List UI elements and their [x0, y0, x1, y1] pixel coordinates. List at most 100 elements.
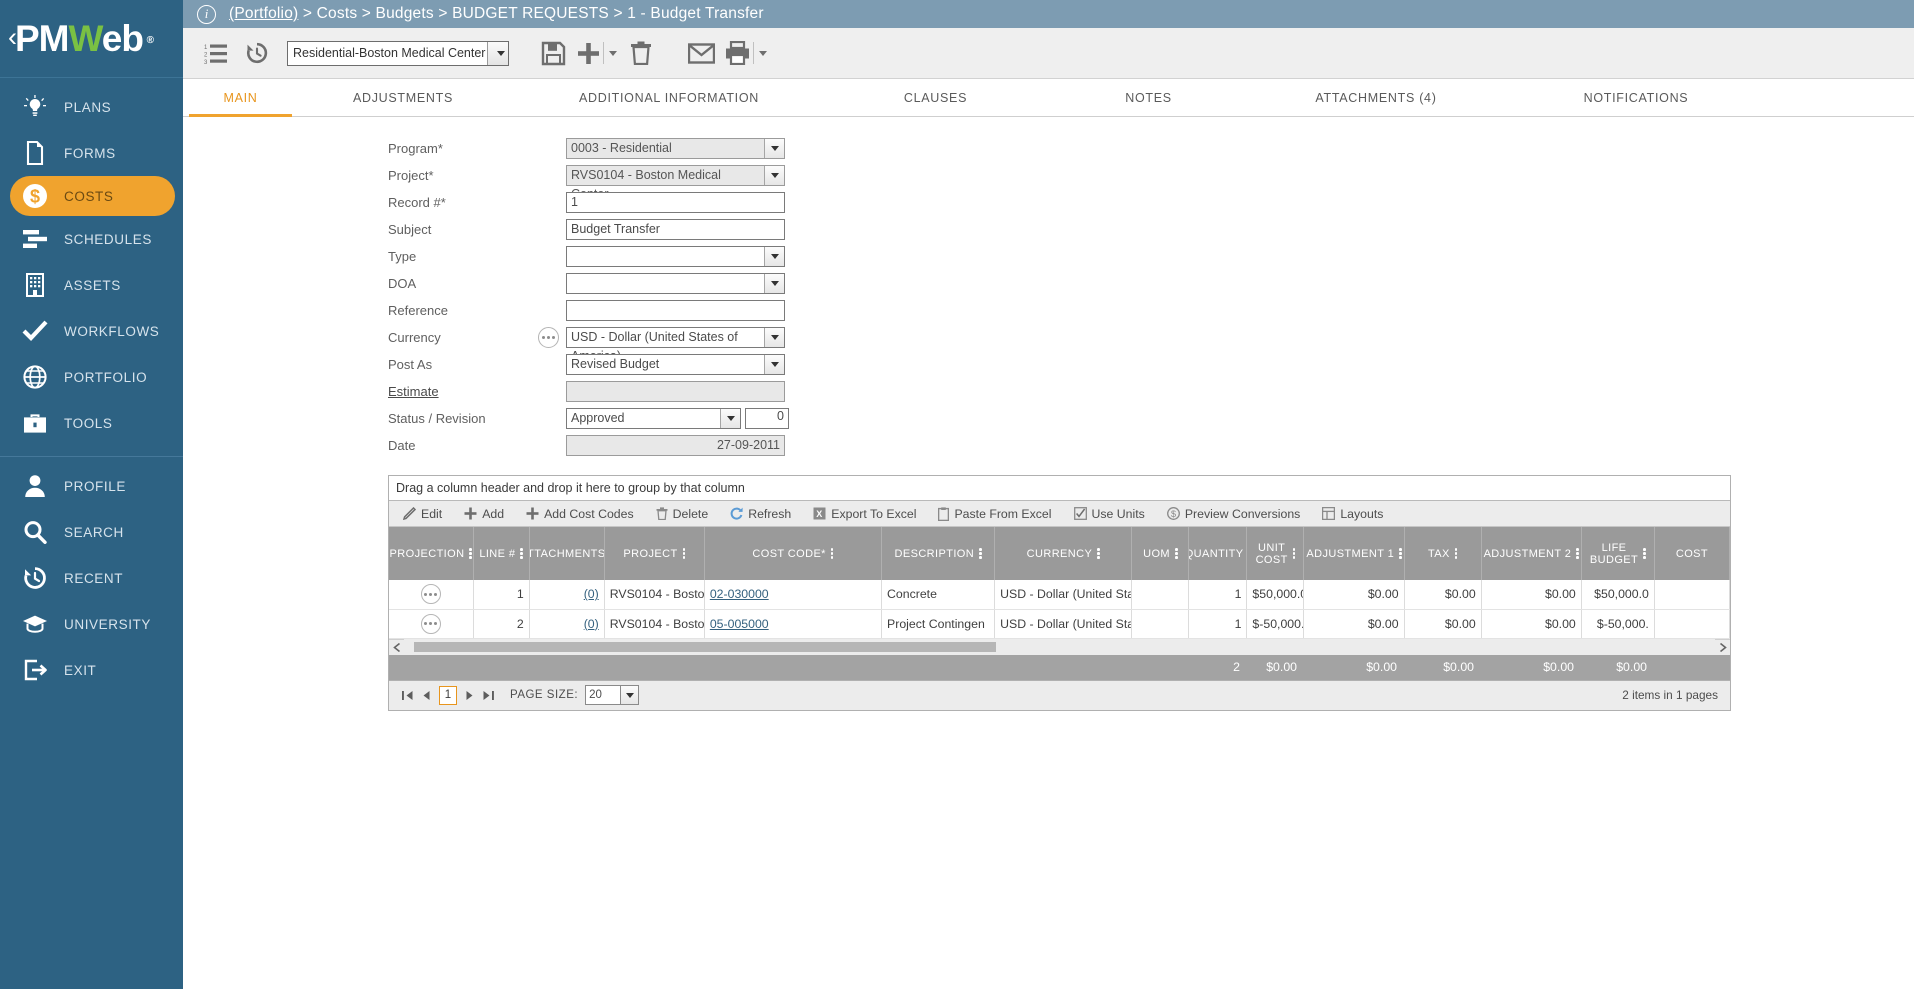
- tab-notifications[interactable]: NOTIFICATIONS: [1496, 79, 1776, 116]
- col-header-tax[interactable]: TAX: [1404, 527, 1481, 580]
- column-menu-icon[interactable]: [469, 548, 472, 559]
- info-icon[interactable]: i: [197, 5, 216, 24]
- input-doa[interactable]: [566, 273, 785, 294]
- project-selector[interactable]: Residential-Boston Medical Center -: [287, 41, 509, 66]
- column-menu-icon[interactable]: [520, 548, 523, 559]
- input-currency[interactable]: USD - Dollar (United States of America): [566, 327, 785, 348]
- col-header-quantity[interactable]: QUANTITY: [1189, 527, 1247, 580]
- sidebar-item-assets[interactable]: ASSETS: [0, 262, 183, 308]
- column-menu-icon[interactable]: [979, 548, 982, 559]
- col-header-uom[interactable]: UOM: [1132, 527, 1189, 580]
- grid-add-cost-codes-button[interactable]: Add Cost Codes: [526, 507, 634, 521]
- tab-notes[interactable]: NOTES: [1041, 79, 1256, 116]
- sidebar-item-workflows[interactable]: WORKFLOWS: [0, 308, 183, 354]
- cell-dots[interactable]: [389, 609, 473, 638]
- next-page-button[interactable]: [460, 690, 479, 701]
- sidebar-item-portfolio[interactable]: PORTFOLIO: [0, 354, 183, 400]
- column-menu-icon[interactable]: [1576, 548, 1579, 559]
- sidebar-item-search[interactable]: SEARCH: [0, 509, 183, 555]
- tab-main[interactable]: MAIN: [183, 79, 298, 116]
- sidebar-item-tools[interactable]: TOOLS: [0, 400, 183, 446]
- cell-attachments[interactable]: (0): [529, 609, 604, 638]
- grid-delete-button[interactable]: Delete: [656, 507, 709, 521]
- input-subject[interactable]: Budget Transfer: [566, 219, 785, 240]
- column-menu-icon[interactable]: [831, 548, 834, 559]
- prev-page-button[interactable]: [417, 690, 436, 701]
- scrollbar-track[interactable]: [404, 639, 1715, 655]
- tab-adjustments[interactable]: ADJUSTMENTS: [298, 79, 508, 116]
- grid-refresh-button[interactable]: Refresh: [730, 507, 791, 521]
- page-size-value[interactable]: 20: [585, 685, 621, 705]
- scrollbar-thumb[interactable]: [414, 642, 996, 652]
- tab-clauses[interactable]: CLAUSES: [830, 79, 1041, 116]
- sidebar-item-exit[interactable]: EXIT: [0, 647, 183, 693]
- save-button[interactable]: [535, 35, 571, 71]
- sidebar-item-plans[interactable]: PLANS: [0, 84, 183, 130]
- horizontal-scrollbar[interactable]: [389, 639, 1730, 655]
- breadcrumb-root-link[interactable]: (Portfolio): [229, 5, 298, 22]
- col-header-adjustment-1[interactable]: ADJUSTMENT 1: [1304, 527, 1404, 580]
- app-logo[interactable]: ‹ PMWeb®: [0, 0, 183, 78]
- chevron-down-icon[interactable]: [764, 328, 784, 347]
- chevron-down-icon[interactable]: [764, 274, 784, 293]
- chevron-down-icon[interactable]: [487, 42, 508, 65]
- label-estimate[interactable]: Estimate: [388, 384, 538, 399]
- chevron-down-icon[interactable]: [764, 355, 784, 374]
- list-icon[interactable]: 123: [197, 35, 233, 71]
- table-row[interactable]: 1(0)RVS0104 - Boston02-030000ConcreteUSD…: [389, 580, 1730, 609]
- col-header-cost-code[interactable]: COST CODE*: [704, 527, 881, 580]
- sidebar-item-recent[interactable]: RECENT: [0, 555, 183, 601]
- column-menu-icon[interactable]: [1399, 548, 1402, 559]
- grid-layouts-button[interactable]: Layouts: [1322, 507, 1383, 521]
- col-header-attachments[interactable]: ATTACHMENTS: [529, 527, 604, 580]
- input-revision[interactable]: 0: [745, 408, 789, 429]
- row-menu-icon[interactable]: [421, 614, 441, 634]
- email-button[interactable]: [683, 35, 719, 71]
- scroll-left-icon[interactable]: [389, 643, 404, 652]
- cell-cost-code[interactable]: 05-005000: [704, 609, 881, 638]
- group-by-dropzone[interactable]: Drag a column header and drop it here to…: [389, 476, 1730, 501]
- grid-add-button[interactable]: Add: [464, 507, 504, 521]
- grid-edit-button[interactable]: Edit: [403, 507, 442, 521]
- tab-attachments-4[interactable]: ATTACHMENTS (4): [1256, 79, 1496, 116]
- col-header-life-budget[interactable]: LIFEBUDGET: [1581, 527, 1654, 580]
- cell-dots[interactable]: [389, 580, 473, 609]
- tab-additional-information[interactable]: ADDITIONAL INFORMATION: [508, 79, 830, 116]
- table-row[interactable]: 2(0)RVS0104 - Boston05-005000Project Con…: [389, 609, 1730, 638]
- sidebar-item-profile[interactable]: PROFILE: [0, 463, 183, 509]
- chevron-down-icon[interactable]: [764, 166, 784, 185]
- chevron-down-icon[interactable]: [609, 51, 617, 56]
- history-icon[interactable]: [239, 35, 275, 71]
- col-header-currency[interactable]: CURRENCY: [995, 527, 1132, 580]
- col-header-projection[interactable]: PROJECTION: [389, 527, 473, 580]
- print-button[interactable]: [725, 35, 767, 71]
- delete-button[interactable]: [623, 35, 659, 71]
- cell-cost-code[interactable]: 02-030000: [704, 580, 881, 609]
- grid-paste-from-excel-button[interactable]: Paste From Excel: [938, 507, 1051, 521]
- chevron-down-icon[interactable]: [720, 409, 740, 428]
- grid-preview-conversions-button[interactable]: $Preview Conversions: [1167, 507, 1301, 521]
- sidebar-item-forms[interactable]: FORMS: [0, 130, 183, 176]
- input-record[interactable]: 1: [566, 192, 785, 213]
- currency-lookup-button[interactable]: [538, 327, 559, 348]
- column-menu-icon[interactable]: [683, 548, 686, 559]
- row-menu-icon[interactable]: [421, 584, 441, 604]
- col-header-line[interactable]: LINE #: [473, 527, 529, 580]
- column-menu-icon[interactable]: [1455, 548, 1458, 559]
- grid-use-units-button[interactable]: Use Units: [1074, 507, 1145, 521]
- input-reference[interactable]: [566, 300, 785, 321]
- sidebar-item-costs[interactable]: $ COSTS: [10, 176, 175, 216]
- input-type[interactable]: [566, 246, 785, 267]
- cell-attachments[interactable]: (0): [529, 580, 604, 609]
- scroll-right-icon[interactable]: [1715, 643, 1730, 652]
- page-number-button[interactable]: 1: [439, 686, 457, 705]
- input-status-revision[interactable]: Approved: [566, 408, 741, 429]
- column-menu-icon[interactable]: [1097, 548, 1100, 559]
- grid-export-to-excel-button[interactable]: XExport To Excel: [813, 507, 916, 521]
- attachment-count-link[interactable]: (0): [584, 617, 599, 631]
- input-post-as[interactable]: Revised Budget: [566, 354, 785, 375]
- cost-code-link[interactable]: 05-005000: [710, 617, 769, 631]
- chevron-down-icon[interactable]: [759, 51, 767, 56]
- col-header-cost[interactable]: COST: [1654, 527, 1729, 580]
- col-header-unit-cost[interactable]: UNITCOST: [1247, 527, 1304, 580]
